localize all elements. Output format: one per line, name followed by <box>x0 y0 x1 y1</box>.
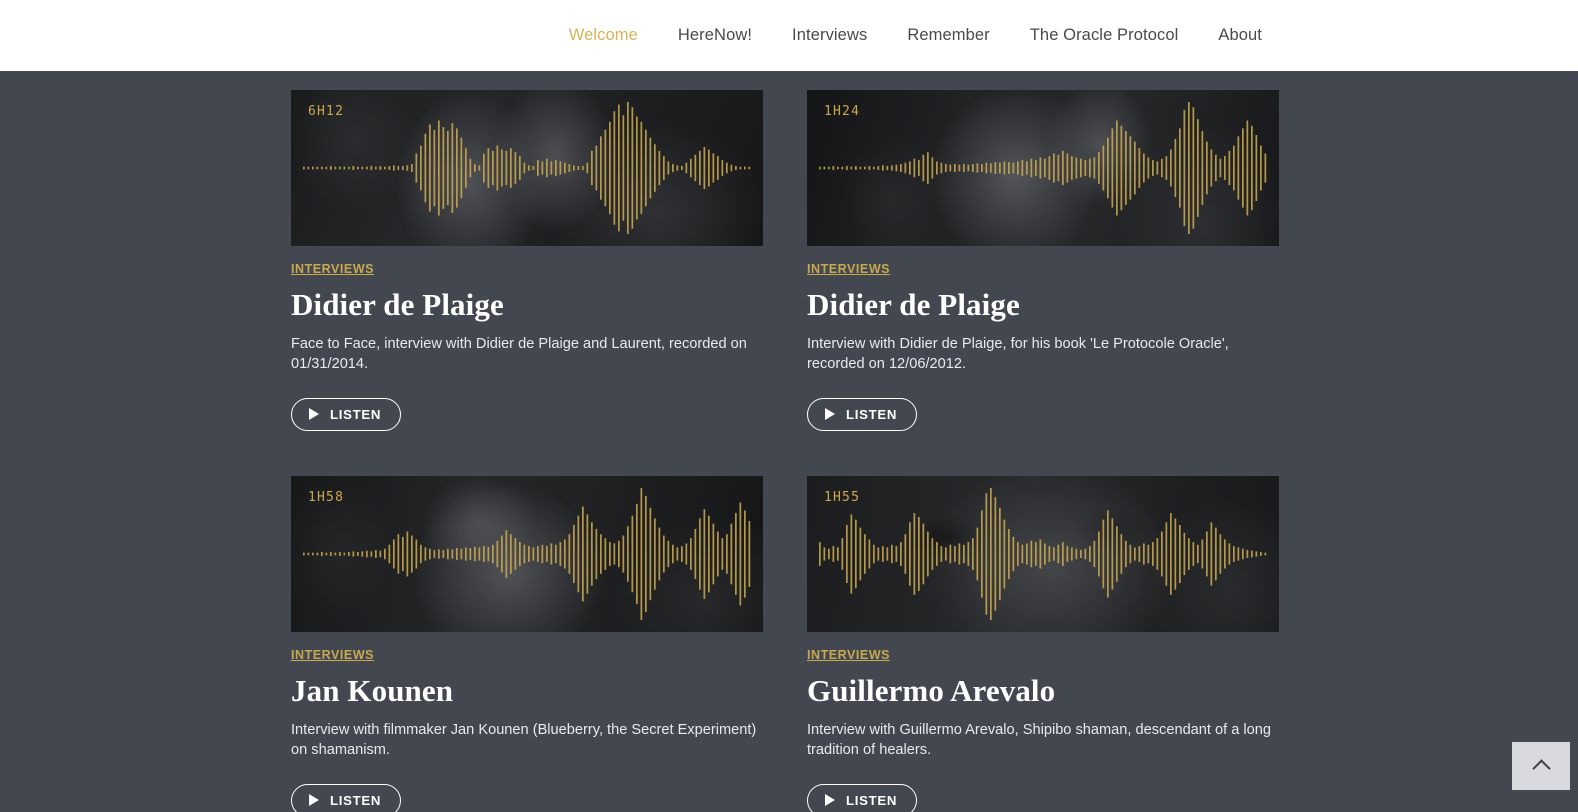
listen-button[interactable]: LISTEN <box>291 783 402 812</box>
card-category-link[interactable]: INTERVIEWS <box>291 263 374 276</box>
card-thumbnail[interactable]: 6H12 <box>291 90 763 246</box>
card-category-link[interactable]: INTERVIEWS <box>807 649 890 662</box>
card-thumbnail[interactable]: 1H55 <box>807 475 1279 632</box>
card-description: Interview with Didier de Plaige, for his… <box>807 335 1229 372</box>
card-thumbnail[interactable]: 1H58 <box>291 475 763 632</box>
waveform-graphic <box>303 487 751 620</box>
interview-card: 6H12 INTERVIEWS Didier de Plaige Face to… <box>291 90 763 431</box>
back-to-top-button[interactable] <box>1512 742 1570 790</box>
card-thumbnail[interactable]: 1H24 <box>807 90 1279 246</box>
card-category-link[interactable]: INTERVIEWS <box>807 263 890 276</box>
interview-card: 1H24 INTERVIEWS Didier de Plaige Intervi… <box>807 90 1279 431</box>
card-description: Interview with Guillermo Arevalo, Shipib… <box>807 721 1272 758</box>
interview-card: 1H55 INTERVIEWS Guillermo Arevalo Interv… <box>807 475 1279 812</box>
interview-cards-grid: 6H12 INTERVIEWS Didier de Plaige Face to… <box>291 90 1281 812</box>
listen-button[interactable]: LISTEN <box>807 783 918 812</box>
duration-badge: 1H55 <box>824 489 861 505</box>
interview-card: 1H58 INTERVIEWS Jan Kounen Interview wit… <box>291 475 763 812</box>
page-body: 6H12 INTERVIEWS Didier de Plaige Face to… <box>0 71 1578 812</box>
listen-button-label: LISTEN <box>846 792 898 808</box>
play-icon <box>309 794 319 807</box>
nav-item-remember[interactable]: Remember <box>887 21 1009 50</box>
nav-item-welcome[interactable]: Welcome <box>549 21 658 50</box>
duration-badge: 1H24 <box>824 104 861 119</box>
duration-badge: 6H12 <box>308 104 345 119</box>
waveform-graphic <box>303 102 751 234</box>
nav-item-about[interactable]: About <box>1198 21 1282 50</box>
card-title[interactable]: Didier de Plaige <box>291 287 763 323</box>
play-icon <box>825 408 835 421</box>
listen-button-label: LISTEN <box>330 792 382 808</box>
listen-button-label: LISTEN <box>330 406 382 422</box>
site-header: Welcome HereNow! Interviews Remember The… <box>0 0 1578 71</box>
nav-item-interviews[interactable]: Interviews <box>772 21 887 50</box>
duration-badge: 1H58 <box>308 489 345 505</box>
chevron-up-icon <box>1531 758 1551 778</box>
nav-item-herenow[interactable]: HereNow! <box>658 21 772 50</box>
listen-button[interactable]: LISTEN <box>291 397 402 431</box>
play-icon <box>309 408 319 421</box>
card-title[interactable]: Guillermo Arevalo <box>807 673 1279 709</box>
listen-button-label: LISTEN <box>846 406 898 422</box>
card-description: Face to Face, interview with Didier de P… <box>291 335 747 372</box>
listen-button[interactable]: LISTEN <box>807 397 918 431</box>
waveform-graphic <box>819 102 1267 234</box>
card-category-link[interactable]: INTERVIEWS <box>291 649 374 662</box>
play-icon <box>825 794 835 807</box>
main-navigation: Welcome HereNow! Interviews Remember The… <box>549 21 1578 50</box>
waveform-graphic <box>819 487 1267 620</box>
card-title[interactable]: Didier de Plaige <box>807 287 1279 323</box>
card-title[interactable]: Jan Kounen <box>291 673 763 709</box>
nav-item-the-oracle-protocol[interactable]: The Oracle Protocol <box>1010 21 1199 50</box>
card-description: Interview with filmmaker Jan Kounen (Blu… <box>291 721 757 758</box>
